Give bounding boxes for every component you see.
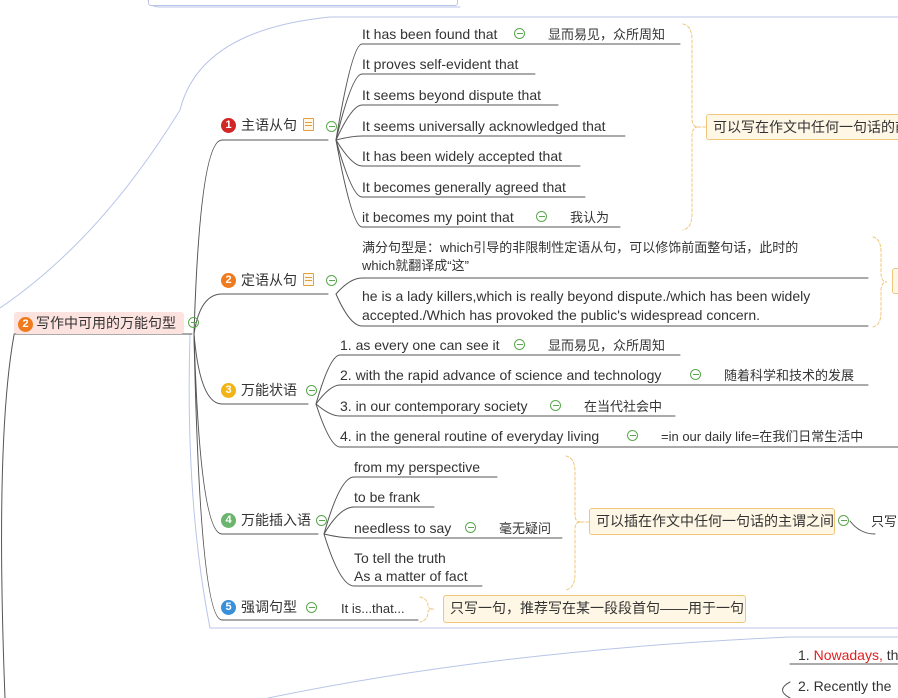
- adverbial-item-2-collapse-icon[interactable]: [690, 369, 701, 380]
- attributive-pattern-line-1[interactable]: 满分句型是：which引导的非限制性定语从句，可以修饰前面整句话，此时的: [362, 239, 798, 256]
- branch-4-collapse-icon[interactable]: [316, 515, 327, 526]
- attributive-example-line-1[interactable]: he is a lady killers,which is really bey…: [362, 288, 810, 305]
- branch-1-label[interactable]: 主语从句: [241, 117, 297, 134]
- branch-3-badge: 3: [221, 383, 236, 398]
- brace-emphasis: [419, 596, 435, 623]
- adverbial-item-2[interactable]: 2. with the rapid advance of science and…: [340, 367, 661, 384]
- branch-3-label[interactable]: 万能状语: [241, 382, 297, 399]
- emphasis-note[interactable]: 只写一句，推荐写在某一段段首句——用于一句: [443, 595, 746, 623]
- attributive-pattern-line-2[interactable]: which就翻译成“这”: [362, 257, 469, 274]
- bottom-item-1-rest: th: [882, 647, 898, 663]
- adverbial-item-4[interactable]: 4. in the general routine of everyday li…: [340, 428, 599, 445]
- branch-4-badge: 4: [221, 513, 236, 528]
- adverbial-item-3[interactable]: 3. in our contemporary society: [340, 398, 528, 415]
- adverbial-item-1-note: 显而易见，众所周知: [548, 338, 666, 353]
- adverbial-item-1-collapse-icon[interactable]: [514, 339, 525, 350]
- subject-item-7-collapse-icon[interactable]: [536, 211, 547, 222]
- root-label: 写作中可用的万能句型: [36, 315, 176, 331]
- subject-item-3[interactable]: It seems beyond dispute that: [362, 87, 541, 104]
- insertion-item-4-line-1[interactable]: To tell the truth: [354, 550, 446, 567]
- brace-insertion: [565, 455, 582, 591]
- insertion-item-3-note: 毫无疑问: [499, 521, 552, 536]
- bottom-curve: [782, 681, 791, 698]
- branch-1-note-icon[interactable]: [303, 118, 314, 131]
- adverbial-item-4-collapse-icon[interactable]: [627, 430, 638, 441]
- branch-5-collapse-icon[interactable]: [306, 602, 317, 613]
- subject-item-1-collapse-icon[interactable]: [514, 28, 525, 39]
- brace-subject: [682, 23, 699, 231]
- insertion-extra[interactable]: 只写: [871, 513, 897, 530]
- attributive-example-line-2[interactable]: accepted./Which has provoked the public'…: [362, 307, 760, 324]
- insertion-item-4-line-2[interactable]: As a matter of fact: [354, 568, 468, 585]
- subject-item-2[interactable]: It proves self-evident that: [362, 56, 518, 73]
- emphasis-pattern[interactable]: It is...that...: [341, 600, 405, 617]
- branch-2-label[interactable]: 定语从句: [241, 272, 297, 289]
- branch-4-label[interactable]: 万能插入语: [241, 512, 311, 529]
- subject-item-7[interactable]: it becomes my point that: [362, 209, 514, 226]
- bottom-item-1-highlight: Nowadays,: [813, 647, 883, 663]
- root-collapse-icon[interactable]: [188, 317, 199, 328]
- branch-5-badge: 5: [221, 600, 236, 615]
- adverbial-item-3-collapse-icon[interactable]: [550, 400, 561, 411]
- branch-1-badge: 1: [221, 118, 236, 133]
- bottom-item-1-prefix: 1.: [798, 647, 814, 663]
- insertion-summary-collapse-icon[interactable]: [838, 515, 849, 526]
- adverbial-item-1[interactable]: 1. as every one can see it: [340, 337, 500, 354]
- adverbial-item-3-note: 在当代社会中: [584, 399, 663, 414]
- root-left-curve: [1, 334, 15, 698]
- adverbial-item-2-note: 随着科学和技术的发展: [724, 368, 855, 383]
- subject-summary[interactable]: 可以写在作文中任何一句话的前: [706, 114, 898, 140]
- branch-5-label[interactable]: 强调句型: [241, 599, 297, 616]
- branch-2-note-icon[interactable]: [303, 273, 314, 286]
- branch-2-badge: 2: [221, 273, 236, 288]
- bottom-item-2[interactable]: 2. Recently the: [798, 678, 891, 695]
- insertion-summary[interactable]: 可以插在作文中任何一句话的主谓之间: [589, 508, 835, 535]
- branch-2-collapse-icon[interactable]: [326, 275, 337, 286]
- subject-item-4[interactable]: It seems universally acknowledged that: [362, 118, 606, 135]
- top-fragment: [148, 0, 458, 6]
- branch-3-collapse-icon[interactable]: [306, 385, 317, 396]
- branch-1-collapse-icon[interactable]: [326, 121, 337, 132]
- insertion-item-2[interactable]: to be frank: [354, 489, 420, 506]
- brace-attributive: [872, 236, 888, 328]
- adverbial-item-4-note: =in our daily life=在我们日常生活中: [661, 429, 864, 444]
- subject-item-1[interactable]: It has been found that: [362, 26, 497, 43]
- subject-item-6[interactable]: It becomes generally agreed that: [362, 179, 566, 196]
- subject-item-7-note: 我认为: [570, 210, 610, 225]
- subject-item-5[interactable]: It has been widely accepted that: [362, 148, 562, 165]
- insertion-item-3[interactable]: needless to say: [354, 520, 451, 537]
- insertion-item-3-collapse-icon[interactable]: [465, 522, 476, 533]
- attributive-summary-stub[interactable]: [892, 268, 898, 294]
- subject-item-1-note: 显而易见，众所周知: [548, 27, 666, 42]
- insertion-item-1[interactable]: from my perspective: [354, 459, 480, 476]
- root-number-badge: 2: [18, 316, 33, 332]
- root-node[interactable]: 2 写作中可用的万能句型: [14, 312, 184, 334]
- bottom-item-1[interactable]: 1. Nowadays, th: [798, 647, 898, 664]
